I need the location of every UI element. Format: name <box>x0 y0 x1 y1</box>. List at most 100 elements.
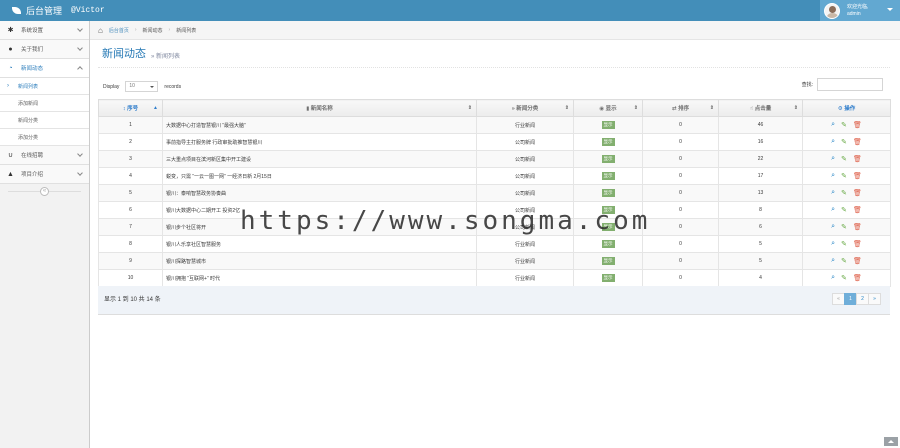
status-badge[interactable]: 显示 <box>601 121 615 129</box>
trash-icon[interactable]: 🗑 <box>853 257 862 265</box>
table-info: 显示 1 到 10 共 14 条 <box>104 297 161 303</box>
table-row: 2 事前指导主打服务牌 行政审批助推智慧银川 公司新闻 显示 0 16 ⌕ ✎ 🗑 <box>98 133 891 151</box>
pencil-icon[interactable]: ✎ <box>841 155 847 163</box>
pencil-icon[interactable]: ✎ <box>841 189 847 197</box>
zoom-icon[interactable]: ⌕ <box>831 155 835 163</box>
row-actions: ⌕ ✎ 🗑 <box>803 121 890 129</box>
cell-show: 显示 <box>573 150 643 168</box>
leaf-icon <box>12 7 21 14</box>
sidebar-item-about[interactable]: ● 关于我们 <box>0 40 89 59</box>
scroll-to-top-button[interactable] <box>884 437 898 446</box>
column-header-clicks[interactable]: ☝ 点击量 ⇕ <box>718 99 803 117</box>
status-badge[interactable]: 显示 <box>601 257 615 265</box>
cell-show: 显示 <box>573 269 643 287</box>
trash-icon[interactable]: 🗑 <box>853 189 862 197</box>
chevron-down-icon <box>77 151 83 157</box>
sort-asc-icon: ▲ <box>153 105 158 111</box>
status-badge[interactable]: 显示 <box>601 138 615 146</box>
trash-icon[interactable]: 🗑 <box>853 223 862 231</box>
trash-icon[interactable]: 🗑 <box>853 121 862 129</box>
sidebar-subitem-add-news[interactable]: 添加新闻 <box>0 95 89 112</box>
cell-actions: ⌕ ✎ 🗑 <box>802 184 891 202</box>
sidebar-item-label: 项目介绍 <box>21 172 44 178</box>
cell-show: 显示 <box>573 235 643 253</box>
zoom-icon[interactable]: ⌕ <box>831 274 835 282</box>
trash-icon[interactable]: 🗑 <box>853 155 862 163</box>
sort-both-icon: ⇕ <box>793 105 798 111</box>
brand[interactable]: 后台管理 @Victor <box>12 4 105 17</box>
column-label: 新闻名称 <box>310 106 333 112</box>
trash-icon[interactable]: 🗑 <box>853 240 862 248</box>
sidebar-item-settings[interactable]: ✱ 系统设置 <box>0 21 89 40</box>
zoom-icon[interactable]: ⌕ <box>831 206 835 214</box>
row-actions: ⌕ ✎ 🗑 <box>803 257 890 265</box>
trash-icon[interactable]: 🗑 <box>853 172 862 180</box>
breadcrumb-home-link[interactable]: 后台首页 <box>109 27 129 34</box>
search-input[interactable] <box>817 78 883 91</box>
zoom-icon[interactable]: ⌕ <box>831 121 835 129</box>
status-badge[interactable]: 显示 <box>601 274 615 282</box>
status-badge[interactable]: 显示 <box>601 240 615 248</box>
column-header-category[interactable]: » 新闻分类 ⇕ <box>476 99 574 117</box>
pencil-icon[interactable]: ✎ <box>841 240 847 248</box>
pencil-icon[interactable]: ✎ <box>841 172 847 180</box>
cell-actions: ⌕ ✎ 🗑 <box>802 116 891 134</box>
cell-clicks: 8 <box>718 201 803 219</box>
status-badge[interactable]: 显示 <box>601 223 615 231</box>
sidebar-item-projects[interactable]: ▲ 项目介绍 <box>0 165 89 184</box>
sidebar-item-news[interactable]: ◔ 新闻动态 <box>0 59 89 78</box>
zoom-icon[interactable]: ⌕ <box>831 138 835 146</box>
status-badge[interactable]: 显示 <box>601 155 615 163</box>
column-label: 排序 <box>678 106 690 112</box>
status-badge[interactable]: 显示 <box>601 189 615 197</box>
cell-category: 公司新闻 <box>476 184 574 202</box>
column-header-sort[interactable]: ⇄ 排序 ⇕ <box>642 99 719 117</box>
pencil-icon[interactable]: ✎ <box>841 223 847 231</box>
column-header-id[interactable]: ↕ 序号 ▲ <box>98 99 163 117</box>
pencil-icon[interactable]: ✎ <box>841 206 847 214</box>
user-menu[interactable]: 欢迎光临, admin <box>820 0 900 21</box>
trash-icon[interactable]: 🗑 <box>853 206 862 214</box>
breadcrumb-section[interactable]: 新闻动态 <box>143 27 163 34</box>
status-badge[interactable]: 显示 <box>601 206 615 214</box>
collapse-left-icon[interactable]: « <box>40 187 49 196</box>
cell-title: 蜕变，只需 “一云一图一网” 一经济日新 2月15日 <box>162 167 477 185</box>
column-header-title[interactable]: ▮ 新闻名称 ⇕ <box>162 99 477 117</box>
row-actions: ⌕ ✎ 🗑 <box>803 172 890 180</box>
cell-title: 三大重点项目在滨河新区集中开工建设 <box>162 150 477 168</box>
trash-icon[interactable]: 🗑 <box>853 274 862 282</box>
sidebar-subitem-news-list[interactable]: 新闻列表 <box>0 78 89 95</box>
status-badge[interactable]: 显示 <box>601 172 615 180</box>
cell-actions: ⌕ ✎ 🗑 <box>802 201 891 219</box>
cell-sort: 0 <box>642 167 719 185</box>
pagination-next[interactable]: » <box>868 293 881 305</box>
cell-title: 银川步个社区将开 <box>162 218 477 236</box>
sidebar-subitem-add-category[interactable]: 添加分类 <box>0 129 89 146</box>
cell-category: 公司新闻 <box>476 167 574 185</box>
zoom-icon[interactable]: ⌕ <box>831 240 835 248</box>
display-label: Display <box>103 83 120 90</box>
column-label: 序号 <box>127 106 139 112</box>
column-header-show[interactable]: ◉ 显示 ⇕ <box>573 99 643 117</box>
zoom-icon[interactable]: ⌕ <box>831 257 835 265</box>
pencil-icon[interactable]: ✎ <box>841 274 847 282</box>
pencil-icon[interactable]: ✎ <box>841 257 847 265</box>
sidebar-item-recruit[interactable]: ∪ 在线招聘 <box>0 146 89 165</box>
cell-category: 公司新闻 <box>476 150 574 168</box>
zoom-icon[interactable]: ⌕ <box>831 172 835 180</box>
breadcrumb-current: 新闻列表 <box>176 27 197 34</box>
cell-sort: 0 <box>642 201 719 219</box>
sidebar-subitem-news-category[interactable]: 新闻分类 <box>0 112 89 129</box>
cell-id: 4 <box>98 167 163 185</box>
cell-actions: ⌕ ✎ 🗑 <box>802 167 891 185</box>
zoom-icon[interactable]: ⌕ <box>831 189 835 197</box>
cell-show: 显示 <box>573 218 643 236</box>
cell-sort: 0 <box>642 150 719 168</box>
cell-clicks: 22 <box>718 150 803 168</box>
trash-icon[interactable]: 🗑 <box>853 138 862 146</box>
zoom-icon[interactable]: ⌕ <box>831 223 835 231</box>
pencil-icon[interactable]: ✎ <box>841 121 847 129</box>
pencil-icon[interactable]: ✎ <box>841 138 847 146</box>
page-length-select[interactable]: 10 <box>125 81 159 92</box>
cell-sort: 0 <box>642 252 719 270</box>
